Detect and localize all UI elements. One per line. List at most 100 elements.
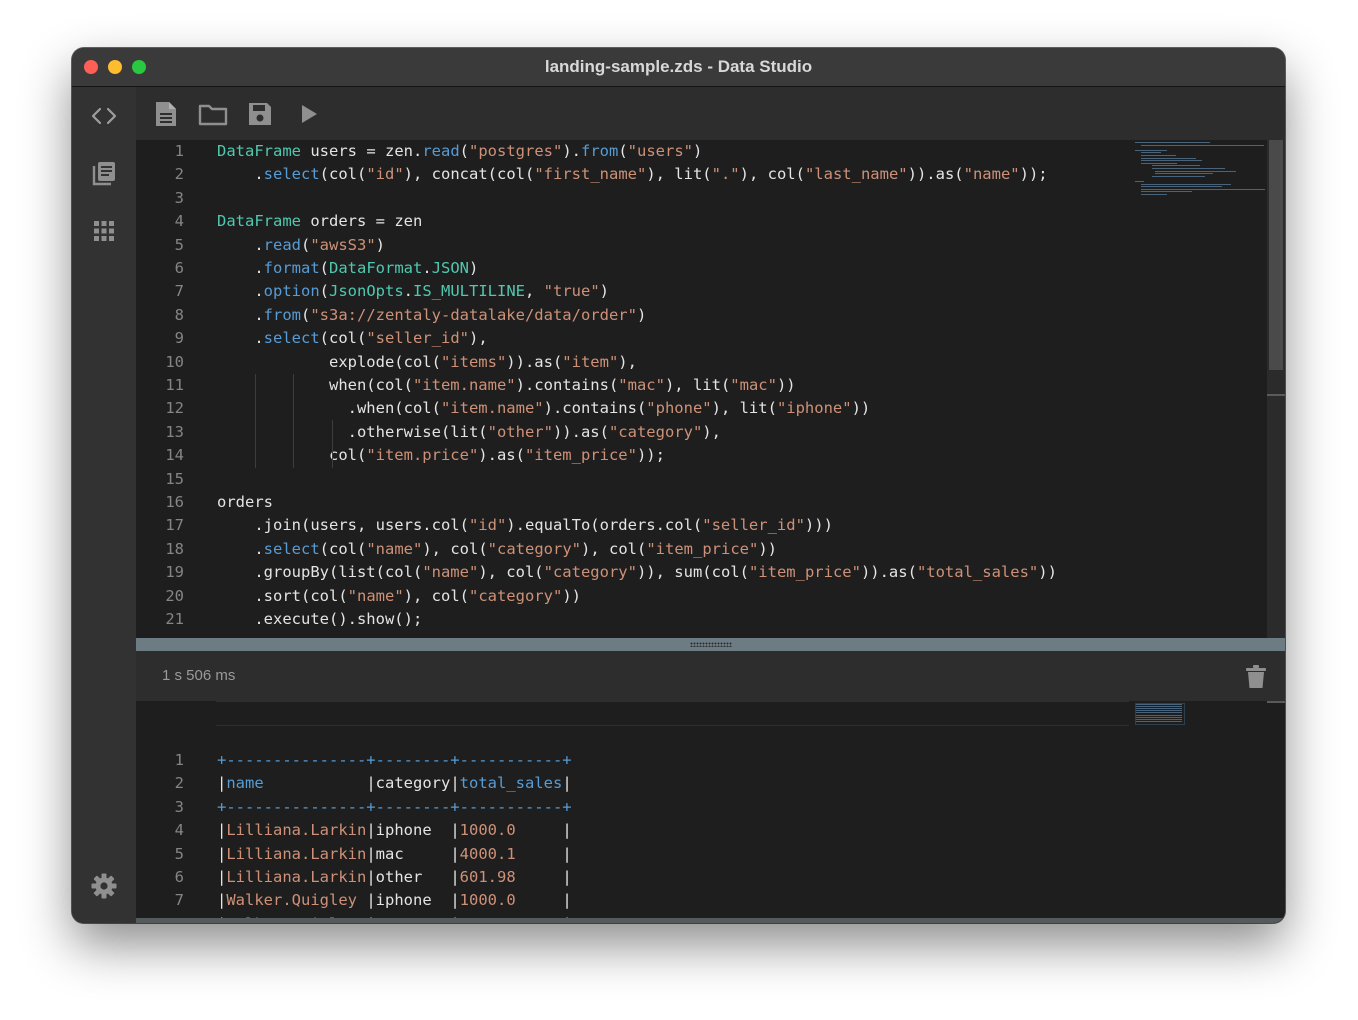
- code-token: select: [263, 539, 320, 558]
- line-text: .when(col("item.name").contains("phone")…: [217, 397, 871, 420]
- code-token: |: [562, 844, 572, 863]
- line-number: 12: [165, 399, 184, 418]
- code-token: Lilliana.Larkin: [226, 868, 367, 886]
- splitter-grip-icon[interactable]: [689, 642, 732, 647]
- code-token: 601.98: [459, 868, 563, 886]
- code-token: (: [459, 142, 469, 160]
- code-token: DataFormat: [329, 259, 423, 277]
- line-text: .select(col("id"), concat(col("first_nam…: [217, 163, 1047, 186]
- code-token: .: [217, 305, 264, 324]
- line-text: col("item.price").as("item_price"));: [217, 444, 665, 467]
- code-editor[interactable]: 1 DataFrame users = zen.read("postgres").…: [136, 140, 1285, 638]
- line-number: 16: [165, 493, 184, 511]
- code-token: .: [217, 259, 264, 277]
- code-token: "last_name": [804, 165, 908, 184]
- code-token: ).: [562, 142, 581, 160]
- editor-scrollbar[interactable]: [1267, 140, 1285, 638]
- line-text: .read("awsS3"): [217, 234, 385, 257]
- code-token: ), col(: [403, 586, 469, 605]
- save-icon[interactable]: [245, 99, 275, 129]
- gear-icon[interactable]: [88, 870, 120, 902]
- apps-grid-icon[interactable]: [88, 215, 120, 247]
- code-token: format: [263, 259, 320, 277]
- code-token: ".": [711, 165, 740, 184]
- minimap-line: [1155, 170, 1237, 172]
- code-token: )): [776, 376, 796, 394]
- current-line-highlight: [216, 701, 1129, 726]
- app-window: landing-sample.zds - Data Studio 1DataF: [72, 48, 1285, 923]
- run-icon[interactable]: [294, 99, 324, 129]
- code-token: "item_price": [748, 563, 861, 582]
- code-token: .: [217, 539, 264, 558]
- code-token: ).contains(: [515, 376, 619, 394]
- code-token: .otherwise(lit(: [217, 422, 488, 441]
- code-token: "category": [468, 586, 563, 605]
- output-console[interactable]: 1 +---------------+--------+-----------+ 2…: [136, 701, 1285, 923]
- code-token: orders: [217, 493, 273, 511]
- new-file-icon[interactable]: [151, 99, 181, 129]
- minimap-line: [1136, 720, 1182, 722]
- line-number: 5: [174, 844, 184, 863]
- code-token: col(: [217, 446, 367, 465]
- code-token: ),: [618, 352, 637, 371]
- line-number: 10: [165, 352, 184, 371]
- pane-splitter[interactable]: [136, 638, 1285, 651]
- minimap-line: [1140, 155, 1176, 156]
- code-token: IS_MULTILINE: [413, 282, 525, 301]
- editor-scroll-thumb[interactable]: [1269, 140, 1283, 370]
- code-token: |other |: [366, 868, 460, 886]
- code-token: from: [263, 305, 301, 324]
- code-token: |: [217, 868, 227, 886]
- line-number: 7: [174, 891, 184, 910]
- trash-icon[interactable]: [1245, 665, 1267, 689]
- line-number: 18: [165, 539, 184, 558]
- line-text: DataFrame orders = zen: [217, 210, 422, 233]
- code-token: ): [693, 142, 703, 160]
- window-title: landing-sample.zds - Data Studio: [544, 57, 813, 76]
- code-token: "items": [440, 352, 507, 371]
- code-token: ,: [525, 282, 544, 301]
- code-token: |iphone |: [366, 821, 460, 840]
- minimap-line: [1135, 142, 1211, 143]
- code-token: +---------------+--------+-----------+: [217, 797, 572, 816]
- code-token: )).as(: [860, 563, 917, 582]
- code-token: (: [301, 305, 311, 324]
- code-token: "name": [347, 586, 404, 605]
- line-number: 9: [174, 329, 184, 348]
- code-token: .: [403, 282, 414, 301]
- line-number: 15: [165, 469, 184, 488]
- code-icon[interactable]: [88, 100, 120, 132]
- code-token: .: [217, 282, 264, 301]
- line-text: .select(col("name"), col("category"), co…: [217, 538, 777, 561]
- line-number: 8: [174, 305, 184, 324]
- line-text: .select(col("seller_id"),: [217, 327, 487, 350]
- code-token: "other": [487, 422, 553, 441]
- minimap-line: [1136, 704, 1182, 705]
- code-token: JSON: [431, 259, 470, 277]
- notebook-icon[interactable]: [88, 157, 120, 189]
- line-number: 1: [174, 751, 184, 769]
- open-folder-icon[interactable]: [198, 99, 228, 129]
- code-token: )): [851, 399, 871, 418]
- line-number: 20: [165, 586, 184, 605]
- code-token: "true": [543, 282, 600, 301]
- code-token: "name": [422, 563, 479, 582]
- code-token: +---------------+--------+-----------+: [217, 751, 572, 769]
- minimap-line: [1136, 710, 1182, 712]
- code-token: read: [263, 235, 301, 254]
- output-minimap[interactable]: [1135, 703, 1185, 725]
- code-token: "iphone": [776, 399, 852, 418]
- code-token: "awsS3": [310, 235, 376, 254]
- line-number: 14: [165, 446, 184, 465]
- minimap-line: [1152, 168, 1225, 169]
- code-token: |: [217, 891, 227, 910]
- editor-minimap[interactable]: [1135, 142, 1266, 202]
- result-header: 1 s 506 ms: [136, 651, 1285, 701]
- code-token: 4000.1: [459, 844, 563, 863]
- code-token: ).as(: [478, 446, 525, 465]
- code-token: "item_price": [524, 446, 637, 465]
- code-token: read: [422, 142, 460, 160]
- line-number: 17: [165, 516, 184, 535]
- code-token: ), col(: [478, 563, 544, 582]
- line-text: |Lilliana.Larkin|mac |4000.1 |: [217, 843, 572, 866]
